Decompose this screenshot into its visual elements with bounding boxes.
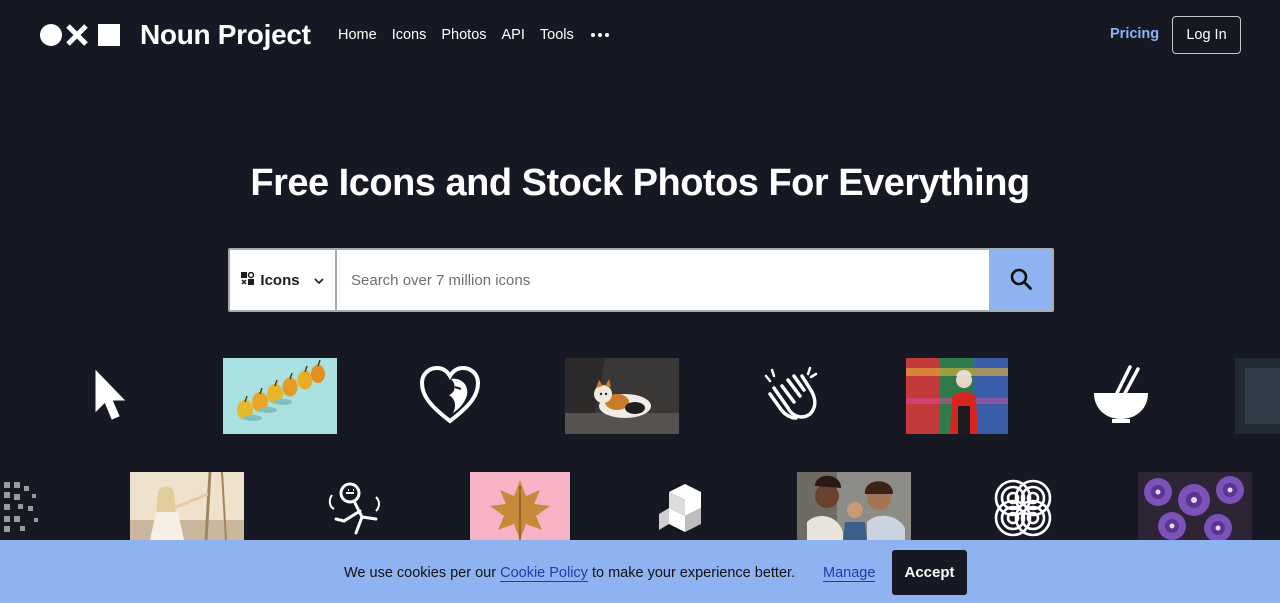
pricing-link[interactable]: Pricing bbox=[1110, 26, 1159, 42]
search-type-dropdown[interactable]: Icons bbox=[230, 250, 337, 310]
stacked-cubes-icon[interactable] bbox=[650, 476, 716, 540]
pears-photo[interactable] bbox=[223, 358, 337, 434]
bowl-chopsticks-icon[interactable] bbox=[1088, 362, 1154, 428]
partial-photo[interactable] bbox=[1235, 358, 1280, 434]
hero-title: Free Icons and Stock Photos For Everythi… bbox=[250, 162, 1030, 204]
golden-leaf-photo[interactable] bbox=[470, 472, 570, 540]
knot-pattern-icon[interactable] bbox=[990, 476, 1056, 540]
clapping-hands-icon[interactable] bbox=[758, 362, 824, 428]
search-type-label: Icons bbox=[260, 271, 300, 289]
cookie-policy-link[interactable]: Cookie Policy bbox=[500, 565, 588, 582]
nav-icons[interactable]: Icons bbox=[392, 27, 427, 43]
icons-type-icon bbox=[241, 271, 255, 289]
heart-face-icon[interactable] bbox=[417, 362, 483, 428]
login-button[interactable]: Log In bbox=[1172, 16, 1241, 54]
cookie-text-before: We use cookies per our bbox=[344, 565, 501, 581]
logo-mark-icon bbox=[40, 23, 120, 47]
nav-photos[interactable]: Photos bbox=[441, 27, 486, 43]
search-button[interactable] bbox=[989, 250, 1052, 310]
search-icon bbox=[1010, 268, 1032, 293]
person-dancing-icon[interactable] bbox=[324, 476, 390, 540]
chevron-down-icon bbox=[314, 272, 324, 289]
main-nav: Home Icons Photos API Tools bbox=[338, 26, 609, 44]
calico-cat-photo[interactable] bbox=[565, 358, 679, 434]
search-bar: Icons bbox=[228, 248, 1054, 312]
top-navigation: Noun Project Home Icons Photos API Tools… bbox=[0, 0, 1280, 70]
purple-flowers-photo[interactable] bbox=[1138, 472, 1252, 540]
woman-sailing-photo[interactable] bbox=[130, 472, 244, 540]
accept-cookies-button[interactable]: Accept bbox=[892, 550, 967, 595]
noun-project-logo[interactable]: Noun Project bbox=[40, 19, 311, 50]
cookie-text-after: to make your experience better. bbox=[587, 565, 796, 581]
woman-graffiti-photo[interactable] bbox=[906, 358, 1008, 434]
search-input[interactable] bbox=[337, 250, 989, 310]
family-baby-photo[interactable] bbox=[797, 472, 911, 540]
cookie-message: We use cookies per our Cookie Policy to … bbox=[344, 565, 796, 582]
nav-home[interactable]: Home bbox=[338, 27, 377, 43]
logo-text: Noun Project bbox=[140, 19, 311, 50]
nav-api[interactable]: API bbox=[502, 27, 525, 43]
manage-cookies-link[interactable]: Manage bbox=[823, 565, 876, 582]
ellipsis-icon[interactable] bbox=[590, 26, 609, 44]
nav-tools[interactable]: Tools bbox=[540, 27, 574, 43]
pixel-fade-icon[interactable] bbox=[0, 476, 46, 536]
cursor-icon[interactable] bbox=[80, 360, 140, 430]
cookie-banner: We use cookies per our Cookie Policy to … bbox=[0, 540, 1280, 603]
